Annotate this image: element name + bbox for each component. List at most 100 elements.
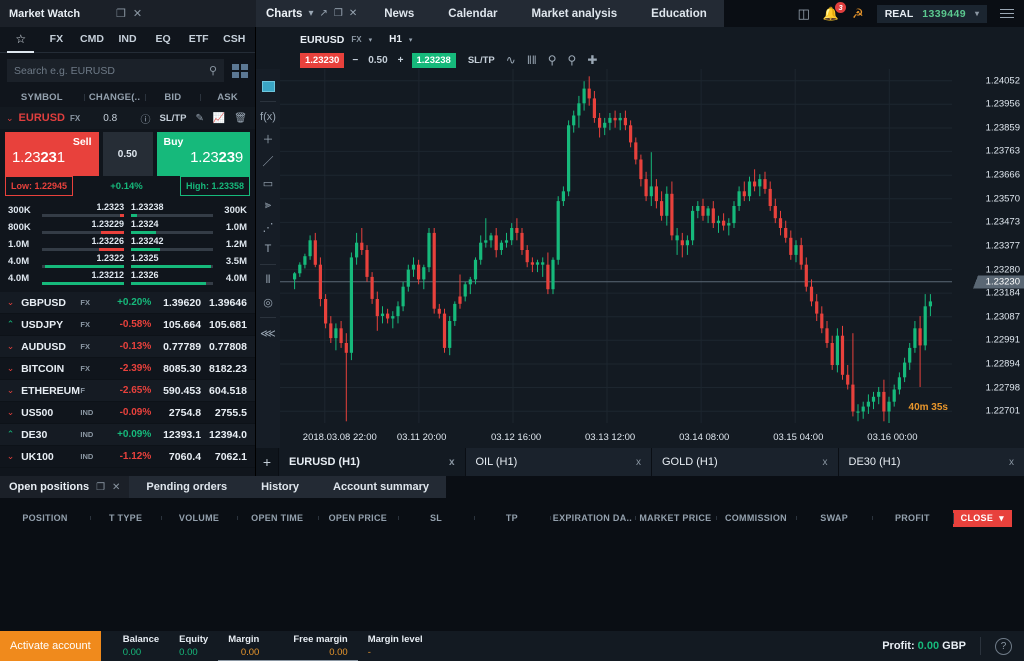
column-tp[interactable]: TP [474, 513, 550, 523]
chevron-down-icon[interactable]: ▾ [369, 36, 373, 44]
symbol-row-us500[interactable]: ⌄US500IND-0.09%2754.82755.5 [0, 402, 255, 424]
symbol-ask[interactable]: 8182.23 [201, 363, 255, 375]
mw-category-favorites[interactable]: ☆ [3, 27, 39, 52]
symbol-row-de30[interactable]: ⌃DE30IND+0.09%12393.112394.0 [0, 424, 255, 446]
function-icon[interactable]: f(x) [256, 106, 280, 128]
column-sl[interactable]: SL [398, 513, 474, 523]
restore-icon[interactable]: ❐ [116, 7, 126, 20]
column-open-time[interactable]: OPEN TIME [237, 513, 318, 523]
activate-account-button[interactable]: Activate account [0, 631, 101, 661]
edit-icon[interactable]: ✎ [195, 113, 203, 124]
symbol-bid[interactable]: 7060.4 [151, 451, 201, 463]
sltp-button[interactable]: SL/TP [160, 113, 187, 124]
symbol-ask[interactable]: 0.77808 [201, 341, 255, 353]
text-icon[interactable]: T [256, 238, 280, 260]
chart-tab-oil[interactable]: OIL (H1)x [465, 448, 652, 476]
pitchfork-icon[interactable]: ⋰ [256, 216, 280, 238]
symbol-bid[interactable]: 2754.8 [151, 407, 201, 419]
symbol-bid[interactable]: 0.77789 [151, 341, 201, 353]
chart-tab-de30[interactable]: DE30 (H1)x [838, 448, 1024, 476]
tab-history[interactable]: History [244, 476, 316, 498]
chevron-down-icon[interactable]: ⌄ [0, 297, 21, 308]
symbol-ask[interactable]: 2755.5 [201, 407, 255, 419]
layout-icon[interactable]: ◫ [798, 7, 810, 20]
column-t-type[interactable]: T TYPE [90, 513, 161, 523]
nav-tab-calendar[interactable]: Calendar [431, 0, 514, 27]
symbol-ask[interactable]: 1.39646 [201, 297, 255, 309]
mw-category-fx[interactable]: FX [39, 27, 75, 52]
chevron-down-icon[interactable]: ⌄ [0, 363, 21, 374]
chart-plot[interactable] [280, 69, 952, 423]
account-selector[interactable]: REAL 1339449 ▾ [877, 5, 987, 23]
nav-tab-news[interactable]: News [367, 0, 431, 27]
line-chart-icon[interactable]: ∿ [506, 53, 516, 67]
close-icon[interactable]: x [1009, 457, 1014, 468]
trendline-icon[interactable]: ／ [256, 150, 280, 172]
tab-account-summary[interactable]: Account summary [316, 476, 446, 498]
chart-ask-button[interactable]: 1.23238 [412, 53, 456, 68]
chart-icon[interactable]: 📈 [213, 113, 225, 124]
help-icon[interactable]: ? [995, 638, 1012, 655]
mw-category-cmd[interactable]: CMD [74, 27, 110, 52]
symbol-row-audusd[interactable]: ⌄AUDUSDFX-0.13%0.777890.77808 [0, 336, 255, 358]
symbol-bid[interactable]: 12393.1 [151, 429, 201, 441]
symbol-ask[interactable]: 105.681 [201, 319, 255, 331]
zoom-out-icon[interactable]: ⚲ [548, 53, 557, 67]
cursor-select-icon[interactable] [256, 75, 280, 97]
fibonacci-icon[interactable]: ⫸ [256, 194, 280, 216]
chevron-down-icon[interactable]: ⌄ [0, 385, 21, 396]
search-icon[interactable]: ⚲ [209, 64, 217, 77]
restore-icon[interactable]: ❐ [96, 482, 105, 493]
wifi-icon[interactable]: ☭ [852, 7, 864, 20]
symbol-bid[interactable]: 590.453 [151, 385, 201, 397]
crosshair-add-icon[interactable]: ＋ [256, 128, 280, 150]
mw-category-ind[interactable]: IND [110, 27, 146, 52]
column-commission[interactable]: COMMISSION [716, 513, 797, 523]
volume-increment-button[interactable]: + [396, 55, 406, 66]
close-icon[interactable]: x [449, 457, 455, 468]
chart-tab-eurusd[interactable]: EURUSD (H1)x [278, 448, 465, 476]
hamburger-menu-icon[interactable] [1000, 9, 1014, 19]
price-axis[interactable]: 1.240521.239561.238591.237631.236661.235… [952, 69, 1024, 423]
chevron-down-icon[interactable]: ▾ [409, 36, 413, 44]
trash-icon[interactable]: 🗑 [234, 113, 247, 124]
info-icon[interactable]: ⓘ [141, 111, 151, 126]
close-icon[interactable]: x [823, 457, 828, 468]
nav-tab-education[interactable]: Education [634, 0, 724, 27]
column-volume[interactable]: VOLUME [161, 513, 237, 523]
chart-timeframe[interactable]: H1 [389, 34, 402, 45]
mw-category-eq[interactable]: EQ [145, 27, 181, 52]
volume-decrement-button[interactable]: − [350, 55, 360, 66]
chevron-down-icon[interactable]: ▾ [308, 8, 313, 19]
mw-category-etf[interactable]: ETF [181, 27, 217, 52]
volume-value[interactable]: 0.50 [103, 132, 153, 176]
column-market-price[interactable]: MARKET PRICE [635, 513, 716, 523]
symbol-bid[interactable]: 105.664 [151, 319, 201, 331]
buy-button[interactable]: Buy 1.23239 [157, 132, 251, 176]
chevron-down-icon[interactable]: ⌄ [0, 407, 21, 418]
symbol-ask[interactable]: 12394.0 [201, 429, 255, 441]
nav-tab-market-analysis[interactable]: Market analysis [514, 0, 634, 27]
candlestick-icon[interactable]: ‖‖ [527, 53, 537, 67]
symbol-bid[interactable]: 8085.30 [151, 363, 201, 375]
popout-icon[interactable]: ↗ [319, 8, 327, 19]
tab-open-positions[interactable]: Open positions ❐ ✕ [0, 476, 129, 498]
chevron-up-icon[interactable]: ⌃ [0, 319, 21, 330]
symbol-bid[interactable]: 1.39620 [151, 297, 201, 309]
chevron-up-icon[interactable]: ⌃ [0, 429, 21, 440]
symbol-row-ethereum[interactable]: ⌄ETHEREUMF-2.65%590.453604.518 [0, 380, 255, 402]
column-change[interactable]: CHANGE(.. [84, 92, 146, 103]
rectangle-icon[interactable]: ▭ [256, 172, 280, 194]
close-icon[interactable]: ✕ [133, 7, 142, 20]
time-axis[interactable]: 2018.03.08 22:0003.11 20:0003.12 16:0003… [280, 423, 1024, 448]
chart-volume-value[interactable]: 0.50 [366, 55, 389, 66]
symbol-row-eurusd-header[interactable]: ⌄ EURUSD FX 0.8 ⓘ SL/TP ✎ 📈 🗑 [0, 107, 255, 129]
column-symbol[interactable]: SYMBOL [0, 92, 84, 103]
column-open-price[interactable]: OPEN PRICE [318, 513, 399, 523]
chart-tab-gold[interactable]: GOLD (H1)x [651, 448, 838, 476]
column-swap[interactable]: SWAP [796, 513, 872, 523]
layers-icon[interactable]: ◎ [256, 291, 280, 313]
close-positions-button[interactable]: CLOSE▾ [953, 510, 1012, 527]
sell-button[interactable]: Sell 1.23231 [5, 132, 99, 176]
mw-category-csh[interactable]: CSH [216, 27, 252, 52]
